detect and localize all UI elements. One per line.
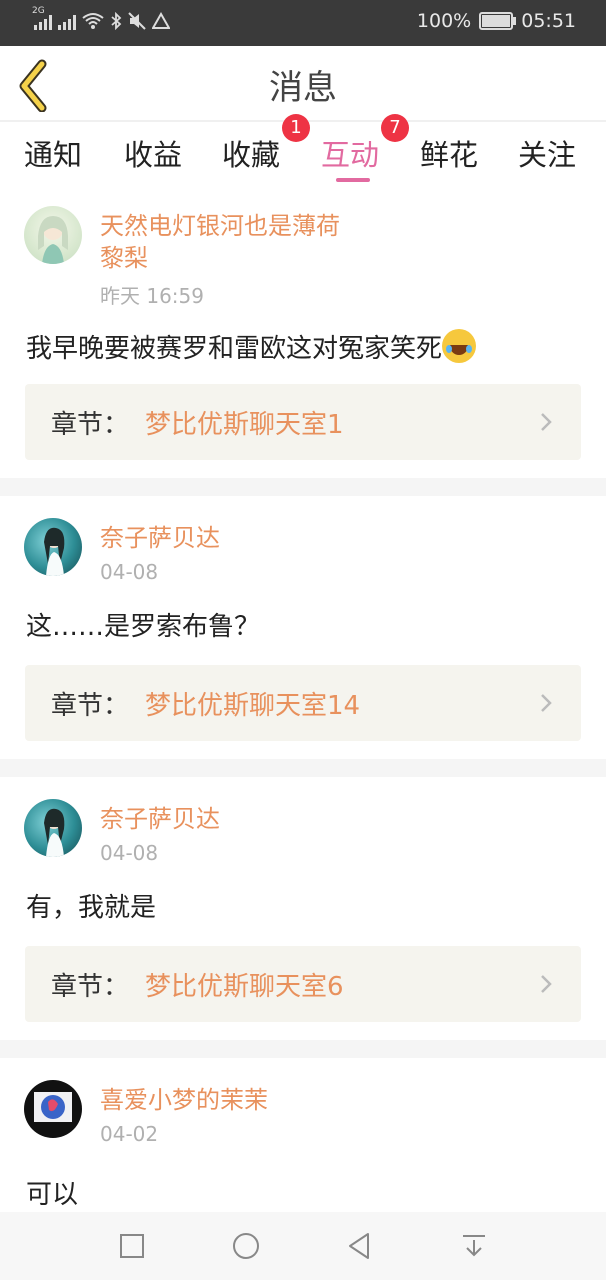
tab-interactions[interactable]: 互动 7 [321, 114, 410, 174]
app-header: 消息 [0, 46, 606, 122]
warning-icon [152, 12, 170, 29]
signal-icon-2 [58, 12, 76, 30]
page-title: 消息 [269, 68, 337, 108]
timestamp: 04-08 [100, 560, 159, 584]
status-icons: 2G [32, 6, 170, 30]
battery-icon [479, 12, 517, 30]
favorites-badge: 1 [282, 114, 311, 142]
timestamp: 04-02 [100, 1122, 159, 1146]
username[interactable]: 奈子萨贝达 [100, 522, 400, 554]
username[interactable]: 喜爱小梦的茉茉 [100, 1084, 400, 1116]
tab-earnings[interactable]: 收益 [124, 132, 182, 174]
avatar[interactable] [24, 518, 82, 576]
bluetooth-icon [111, 12, 122, 30]
triangle-back-icon[interactable] [344, 1230, 376, 1262]
list-item[interactable]: 奈子萨贝达 04-08 有，我就是 章节： 梦比优斯聊天室6 [0, 777, 606, 1040]
list-item[interactable]: 喜爱小梦的茉茉 04-02 可以 [0, 1058, 606, 1212]
avatar[interactable] [24, 1080, 82, 1138]
chevron-right-icon [541, 975, 552, 993]
chapter-link[interactable]: 章节： 梦比优斯聊天室1 [25, 384, 581, 460]
system-nav-bar [0, 1212, 606, 1280]
chevron-right-icon [541, 413, 552, 431]
chapter-label: 章节： [51, 972, 130, 1002]
square-icon[interactable] [116, 1230, 148, 1262]
avatar[interactable] [24, 206, 82, 264]
chapter-name: 梦比优斯聊天室14 [145, 691, 361, 721]
tab-bar: 通知 收益 收藏 1 互动 7 鲜花 关注 [0, 114, 606, 188]
clock: 05:51 [521, 10, 576, 32]
signal-icon: 2G [32, 6, 52, 30]
list-item[interactable]: 奈子萨贝达 04-08 这……是罗索布鲁？ 章节： 梦比优斯聊天室14 [0, 496, 606, 759]
tab-flowers[interactable]: 鲜花 [420, 132, 478, 174]
comment-text: 有，我就是 [26, 893, 157, 923]
section-divider [0, 478, 606, 496]
chevron-right-icon [541, 694, 552, 712]
comment-text: 我早晚要被赛罗和雷欧这对冤家笑死 [26, 328, 477, 365]
chapter-label: 章节： [51, 410, 130, 440]
comment-text: 这……是罗索布鲁？ [26, 612, 261, 642]
timestamp: 04-08 [100, 841, 159, 865]
chapter-name: 梦比优斯聊天室6 [145, 972, 344, 1002]
tab-favorites[interactable]: 收藏 1 [222, 114, 311, 174]
battery-percent: 100% [416, 10, 472, 32]
username[interactable]: 天然电灯银河也是薄荷 黎梨 [100, 210, 400, 274]
active-tab-indicator [336, 178, 370, 182]
interaction-feed[interactable]: 天然电灯银河也是薄荷 黎梨 昨天 16:59 我早晚要被赛罗和雷欧这对冤家笑死 … [0, 188, 606, 1212]
laughing-emoji-icon [442, 329, 477, 363]
avatar[interactable] [24, 799, 82, 857]
section-divider [0, 759, 606, 777]
chapter-link[interactable]: 章节： 梦比优斯聊天室14 [25, 665, 581, 741]
wifi-icon [82, 13, 104, 29]
status-bar: 2G 100% 05:51 [0, 0, 606, 46]
circle-home-icon[interactable] [230, 1230, 262, 1262]
comment-text: 可以 [26, 1180, 79, 1210]
notification-pull-icon[interactable] [458, 1230, 490, 1262]
list-item[interactable]: 天然电灯银河也是薄荷 黎梨 昨天 16:59 我早晚要被赛罗和雷欧这对冤家笑死 … [0, 188, 606, 478]
tab-following[interactable]: 关注 [518, 132, 576, 174]
chapter-name: 梦比优斯聊天室1 [145, 410, 344, 440]
interactions-badge: 7 [381, 114, 410, 142]
tab-notifications[interactable]: 通知 [24, 132, 82, 174]
chapter-label: 章节： [51, 691, 130, 721]
chapter-link[interactable]: 章节： 梦比优斯聊天室6 [25, 946, 581, 1022]
mute-icon [128, 12, 146, 30]
username[interactable]: 奈子萨贝达 [100, 803, 400, 835]
section-divider [0, 1040, 606, 1058]
timestamp: 昨天 16:59 [100, 284, 204, 308]
